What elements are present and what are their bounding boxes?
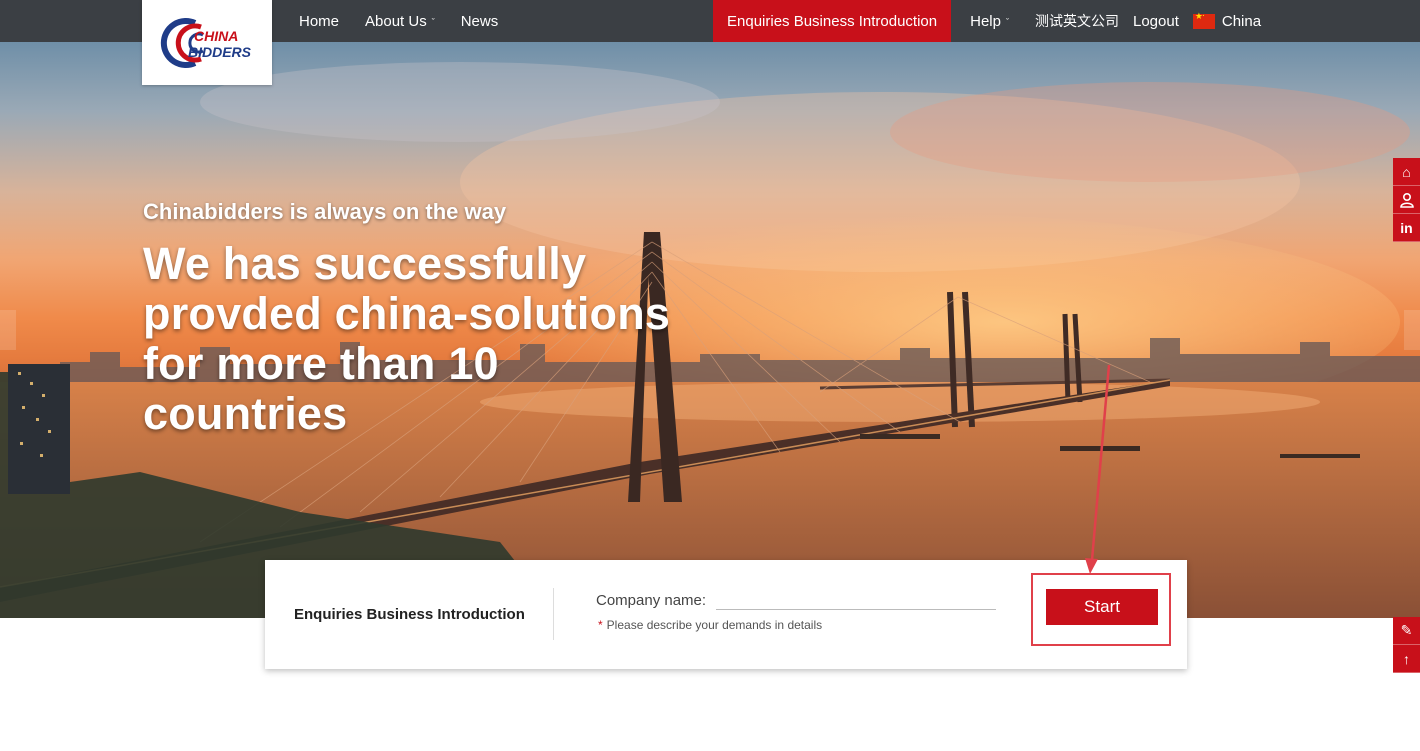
nav-help-label: Help (970, 12, 1001, 30)
start-button[interactable]: Start (1046, 589, 1158, 625)
nav-country-selector[interactable]: China (1186, 0, 1268, 42)
nav-logout[interactable]: Logout (1126, 0, 1186, 42)
hero-headline: We has successfully provded china-soluti… (143, 238, 671, 439)
side-toolbar-bottom: ✎ ↑ (1393, 617, 1420, 673)
nav-enquiries-business-introduction[interactable]: Enquiries Business Introduction (713, 0, 952, 42)
side-home-button[interactable]: ⌂ (1393, 158, 1420, 186)
nav-country-label: China (1221, 12, 1262, 30)
company-name-input[interactable] (716, 590, 996, 610)
side-back-to-top-button[interactable]: ↑ (1393, 645, 1420, 673)
nav-secondary-links: Enquiries Business Introduction Help ˇ 测… (713, 0, 1268, 42)
nav-about-us-label: About Us (365, 12, 427, 30)
side-toolbar: ⌂ in (1393, 158, 1420, 242)
hero-tagline: Chinabidders is always on the way (143, 199, 507, 224)
site-logo[interactable]: CHINA BIDDERS (142, 0, 272, 85)
nav-main-links: Home About Us ˇ News (286, 0, 511, 42)
enquiry-hint-text: Please describe your demands in details (606, 618, 823, 632)
chinabidders-logo-icon: CHINA BIDDERS (160, 17, 252, 68)
logo-line1: CHINA (194, 28, 238, 44)
company-name-label: Company name: (596, 592, 707, 609)
nav-company-name[interactable]: 测试英文公司 (1022, 0, 1126, 42)
required-marker: * (598, 618, 603, 632)
user-icon (1399, 192, 1414, 208)
logo-line2: BIDDERS (188, 44, 252, 60)
linkedin-icon: in (1400, 219, 1413, 236)
hero-banner: Chinabidders is always on the way We has… (0, 42, 1420, 618)
nav-news-label: News (460, 12, 499, 30)
carousel-prev-button[interactable] (0, 310, 16, 350)
enquiry-hint: * Please describe your demands in details (598, 618, 822, 632)
nav-company-label: 测试英文公司 (1034, 13, 1119, 29)
edit-icon: ✎ (1400, 622, 1413, 638)
home-icon: ⌂ (1402, 163, 1411, 180)
card-divider (553, 588, 554, 640)
side-edit-button[interactable]: ✎ (1393, 617, 1420, 645)
nav-help[interactable]: Help ˇ (957, 0, 1022, 42)
nav-home[interactable]: Home (286, 0, 352, 42)
chevron-down-icon: ˇ (1005, 17, 1009, 27)
enquiry-card-title: Enquiries Business Introduction (294, 606, 525, 623)
nav-about-us[interactable]: About Us ˇ (352, 0, 448, 42)
nav-logout-label: Logout (1132, 12, 1179, 30)
nav-news[interactable]: News (448, 0, 512, 42)
nav-enquiries-label: Enquiries Business Introduction (727, 12, 938, 30)
china-flag-icon (1192, 10, 1215, 29)
nav-home-label: Home (299, 12, 340, 30)
carousel-next-button[interactable] (1404, 310, 1420, 350)
chevron-down-icon: ˇ (431, 17, 435, 27)
enquiry-card: Enquiries Business Introduction Company … (265, 560, 1187, 669)
back-to-top-icon: ↑ (1403, 650, 1410, 667)
side-user-button[interactable] (1393, 186, 1420, 214)
side-linkedin-button[interactable]: in (1393, 214, 1420, 242)
